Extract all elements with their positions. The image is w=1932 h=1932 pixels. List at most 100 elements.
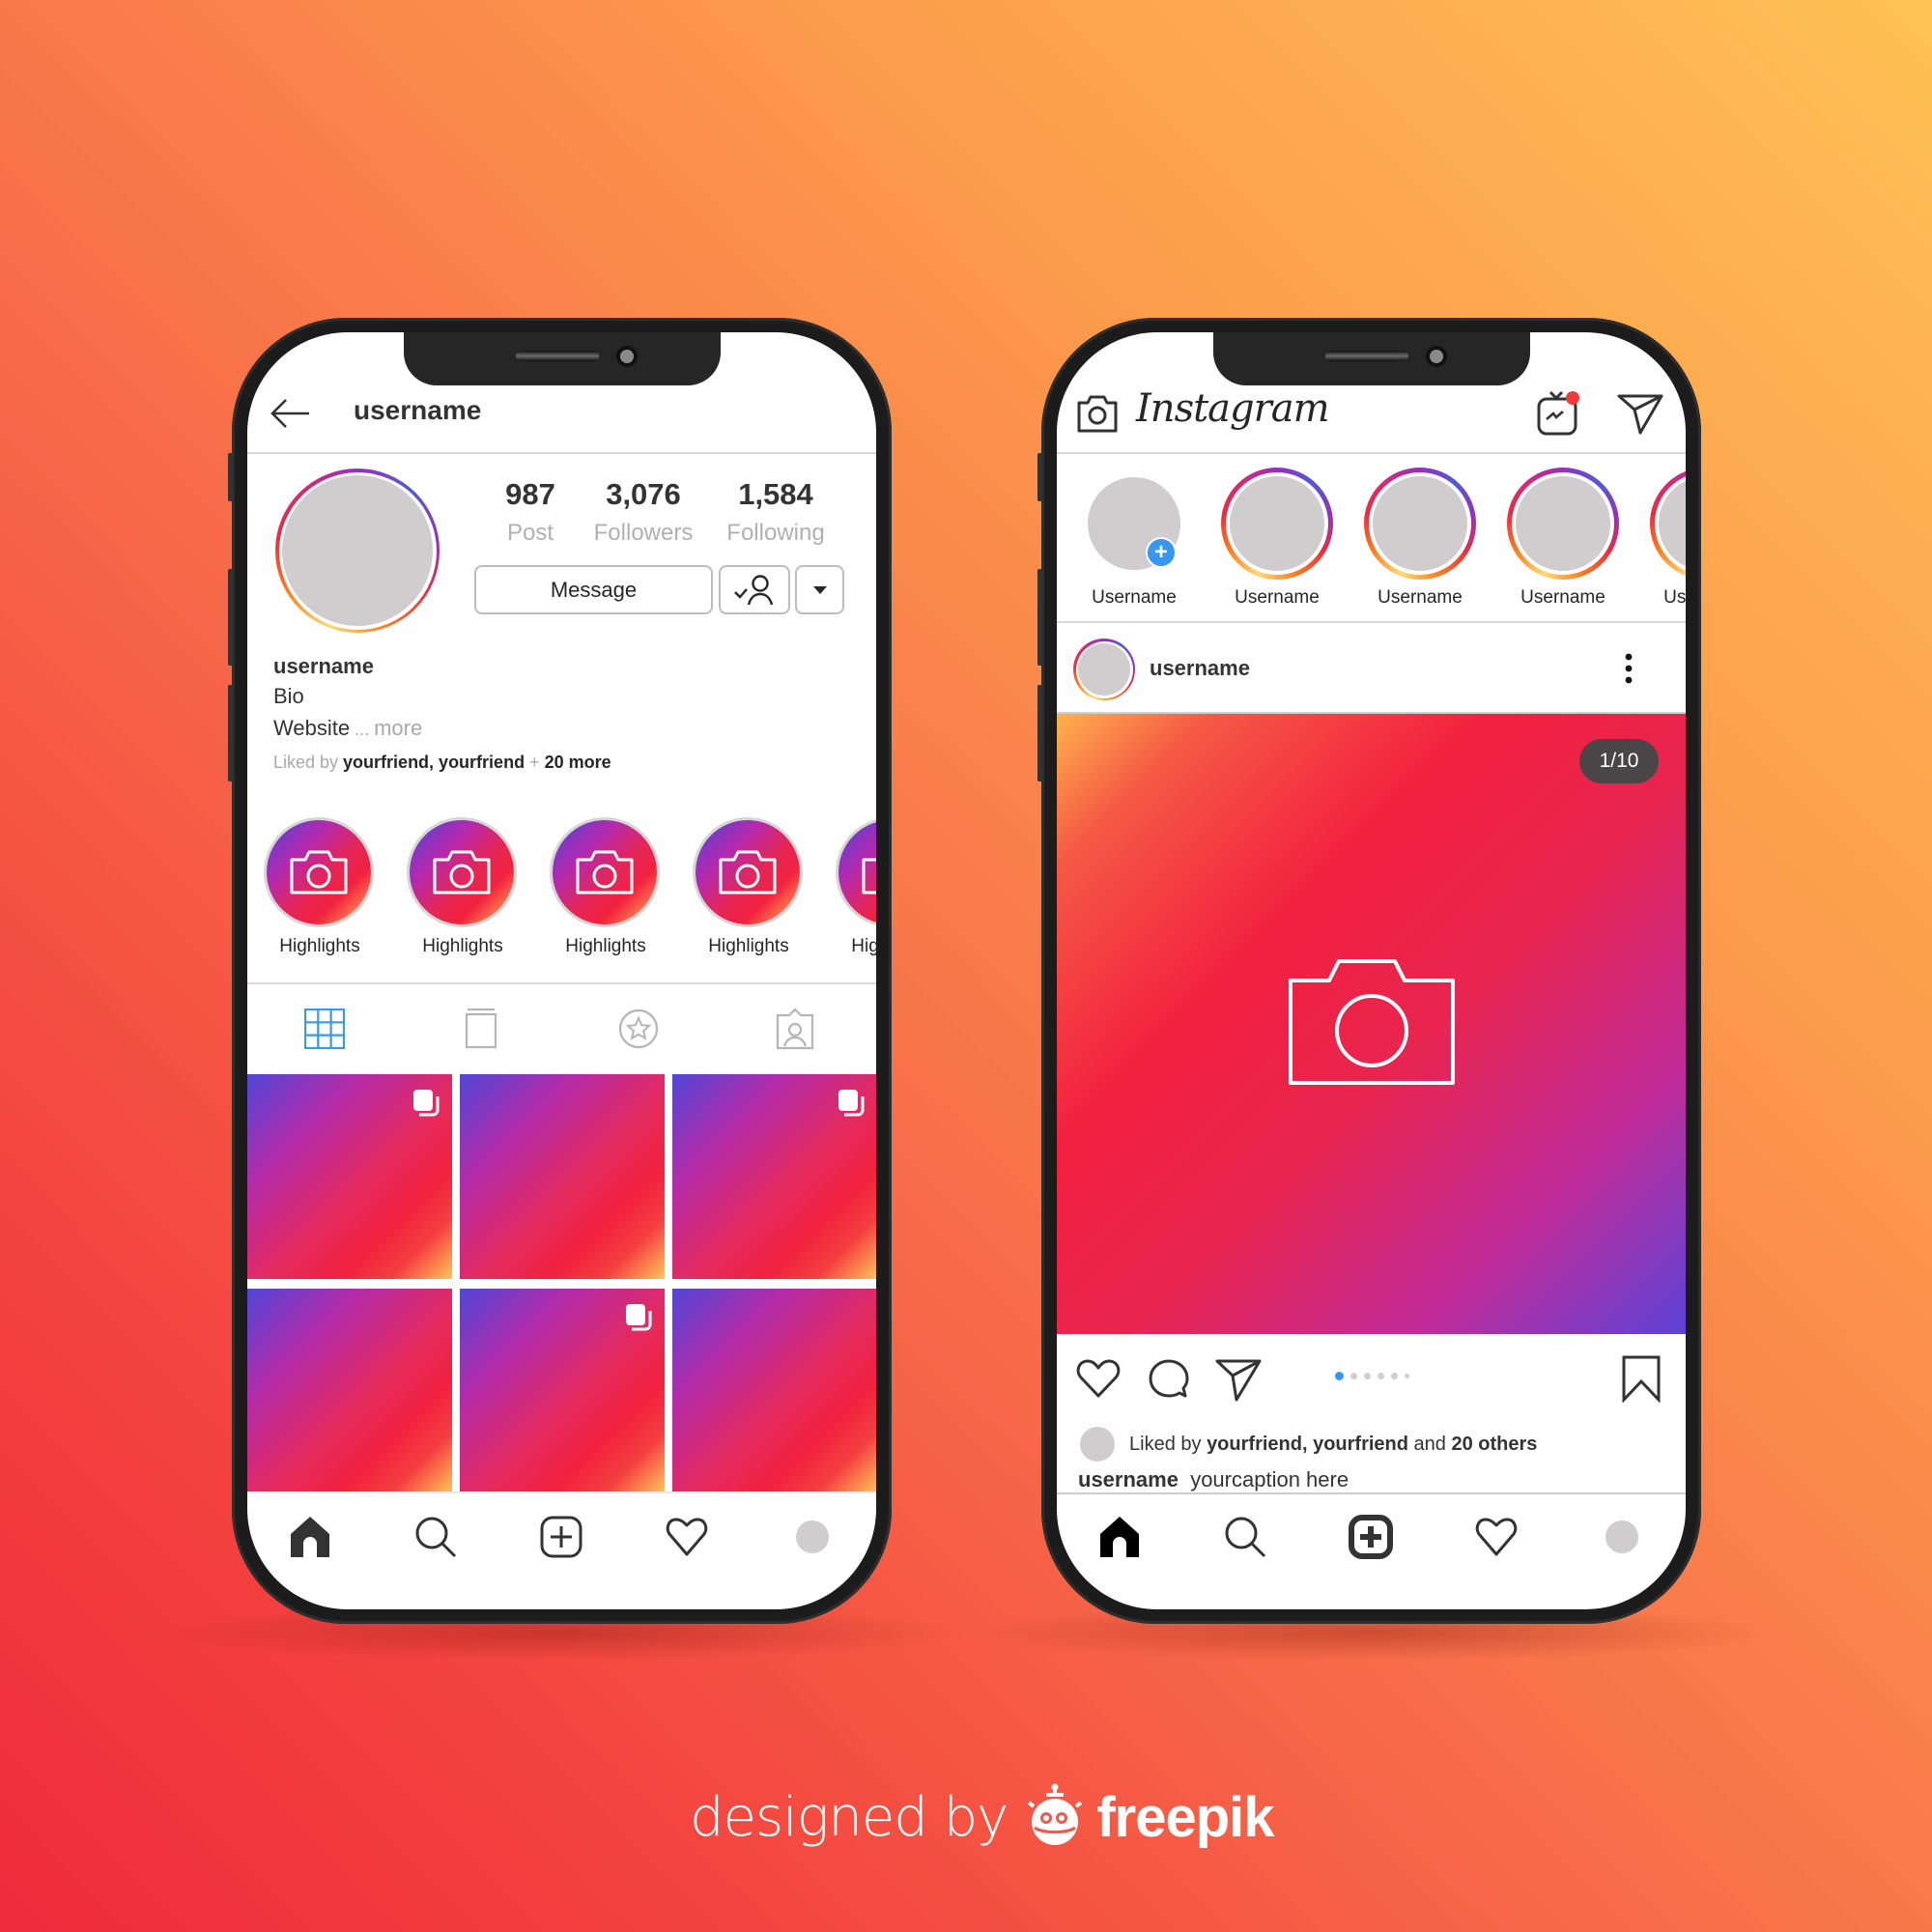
grid-post[interactable] — [247, 1074, 452, 1279]
liked-by-prefix: Liked by — [1129, 1434, 1208, 1455]
post-more-button[interactable] — [1623, 651, 1634, 686]
search-icon — [1225, 1517, 1266, 1558]
grid-post[interactable] — [672, 1289, 876, 1493]
camera-icon — [290, 850, 348, 895]
nav-search-button[interactable] — [402, 1503, 469, 1571]
post-author-avatar-ring[interactable] — [1073, 639, 1135, 700]
story-username: Username — [1520, 587, 1605, 608]
liked-by-more[interactable]: 20 more — [545, 753, 611, 772]
home-icon — [1100, 1517, 1139, 1557]
direct-messages-button[interactable] — [1617, 390, 1663, 437]
tab-grid[interactable] — [286, 995, 363, 1063]
highlight-item[interactable]: Highlights — [267, 820, 373, 957]
story-avatar — [1373, 476, 1467, 571]
stat-following[interactable]: 1,584 Following — [708, 477, 843, 547]
phone-feed: Instagram + Username Username Username Us… — [1037, 318, 1701, 1624]
igtv-button[interactable] — [1536, 386, 1582, 439]
camera-icon — [719, 850, 777, 895]
stat-followers[interactable]: 3,076 Followers — [581, 477, 706, 547]
story-ring — [1650, 468, 1686, 580]
credit-line: designed by freepik — [690, 1783, 1275, 1851]
multiple-photos-icon — [838, 1090, 865, 1117]
ellipsis: ... — [350, 720, 375, 739]
liked-by-names[interactable]: yourfriend, yourfriend — [343, 753, 525, 772]
caption-username[interactable]: username — [1078, 1467, 1179, 1492]
highlight-cover — [410, 820, 514, 924]
highlights-divider — [247, 982, 876, 984]
nav-add-post-button[interactable] — [527, 1503, 595, 1571]
message-button[interactable]: Message — [474, 565, 713, 614]
story-username: Username — [1092, 587, 1177, 608]
liked-by-names[interactable]: yourfriend, yourfriend — [1207, 1434, 1408, 1455]
story-username: Username — [1663, 587, 1686, 608]
profile-screen: username 987 Post 3,076 Followers 1,584 … — [247, 332, 876, 1609]
tab-saved[interactable] — [600, 995, 677, 1063]
highlight-item[interactable]: Highlights — [838, 820, 876, 957]
header-divider — [1057, 452, 1686, 454]
bookmark-icon — [1622, 1355, 1661, 1403]
post-author-username[interactable]: username — [1150, 656, 1250, 681]
more-link[interactable]: more — [374, 716, 422, 740]
nav-home-button[interactable] — [276, 1503, 344, 1571]
nav-heart-button[interactable] — [653, 1503, 721, 1571]
nav-home-button[interactable] — [1086, 1503, 1153, 1571]
grid-post[interactable] — [460, 1074, 665, 1279]
following-button[interactable] — [719, 565, 790, 614]
highlight-label: Highlights — [565, 936, 646, 956]
your-story[interactable]: + Username — [1078, 468, 1190, 609]
story-avatar-wrap: + — [1078, 468, 1190, 580]
header-divider — [247, 452, 876, 454]
comment-button[interactable] — [1148, 1358, 1190, 1401]
nav-profile-button[interactable] — [779, 1503, 846, 1571]
grid-post[interactable] — [247, 1289, 452, 1493]
nav-search-button[interactable] — [1211, 1503, 1279, 1571]
speaker-grille — [1324, 351, 1408, 361]
carousel-dot — [1364, 1373, 1371, 1379]
share-button[interactable] — [1215, 1356, 1262, 1403]
highlight-item[interactable]: Highlights — [410, 820, 516, 957]
carousel-counter-text: 1/10 — [1599, 750, 1639, 772]
back-button[interactable] — [267, 392, 313, 435]
liked-by-plus: + — [525, 753, 545, 772]
add-post-icon — [1349, 1515, 1393, 1559]
liked-by-count[interactable]: 20 others — [1451, 1434, 1537, 1455]
stat-posts[interactable]: 987 Post — [472, 477, 588, 547]
camera-icon — [433, 850, 491, 895]
camera-icon — [576, 850, 634, 895]
nav-add-post-button[interactable] — [1337, 1503, 1405, 1571]
stories-divider — [1057, 621, 1686, 623]
multiple-photos-icon — [413, 1090, 440, 1117]
home-icon — [291, 1517, 329, 1557]
phone-side-button — [228, 453, 233, 501]
heart-icon — [666, 1518, 708, 1556]
add-story-icon[interactable]: + — [1146, 537, 1177, 568]
tab-tagged[interactable] — [756, 995, 834, 1063]
carousel-dots — [1335, 1372, 1409, 1380]
phone-profile: username 987 Post 3,076 Followers 1,584 … — [228, 318, 892, 1624]
tab-igtv[interactable] — [442, 995, 520, 1063]
bio-text: Bio — [273, 684, 304, 708]
post-caption: username yourcaption here — [1078, 1467, 1349, 1492]
save-button[interactable] — [1621, 1354, 1662, 1403]
grid-post[interactable] — [672, 1074, 876, 1279]
website-link[interactable]: Website — [273, 716, 350, 740]
highlight-cover — [267, 820, 371, 924]
post-image[interactable]: 1/10 — [1057, 714, 1686, 1334]
nav-heart-button[interactable] — [1463, 1503, 1530, 1571]
more-options-dropdown[interactable] — [795, 565, 844, 614]
story-item[interactable]: Username — [1221, 468, 1333, 609]
paper-plane-icon — [1215, 1359, 1262, 1402]
profile-avatar — [282, 475, 433, 626]
highlight-item[interactable]: Highlights — [696, 820, 802, 957]
story-item[interactable]: Username — [1507, 468, 1619, 609]
camera-button[interactable] — [1076, 392, 1119, 435]
tagged-user-icon — [776, 1008, 814, 1050]
story-item[interactable]: Username — [1364, 468, 1476, 609]
story-item[interactable]: Username — [1650, 468, 1686, 609]
like-button[interactable] — [1076, 1358, 1121, 1399]
profile-avatar-ring[interactable] — [275, 469, 440, 633]
nav-profile-button[interactable] — [1588, 1503, 1656, 1571]
highlight-item[interactable]: Highlights — [553, 820, 659, 957]
grid-post[interactable] — [460, 1289, 665, 1493]
igtv-tab-icon — [465, 1009, 497, 1049]
